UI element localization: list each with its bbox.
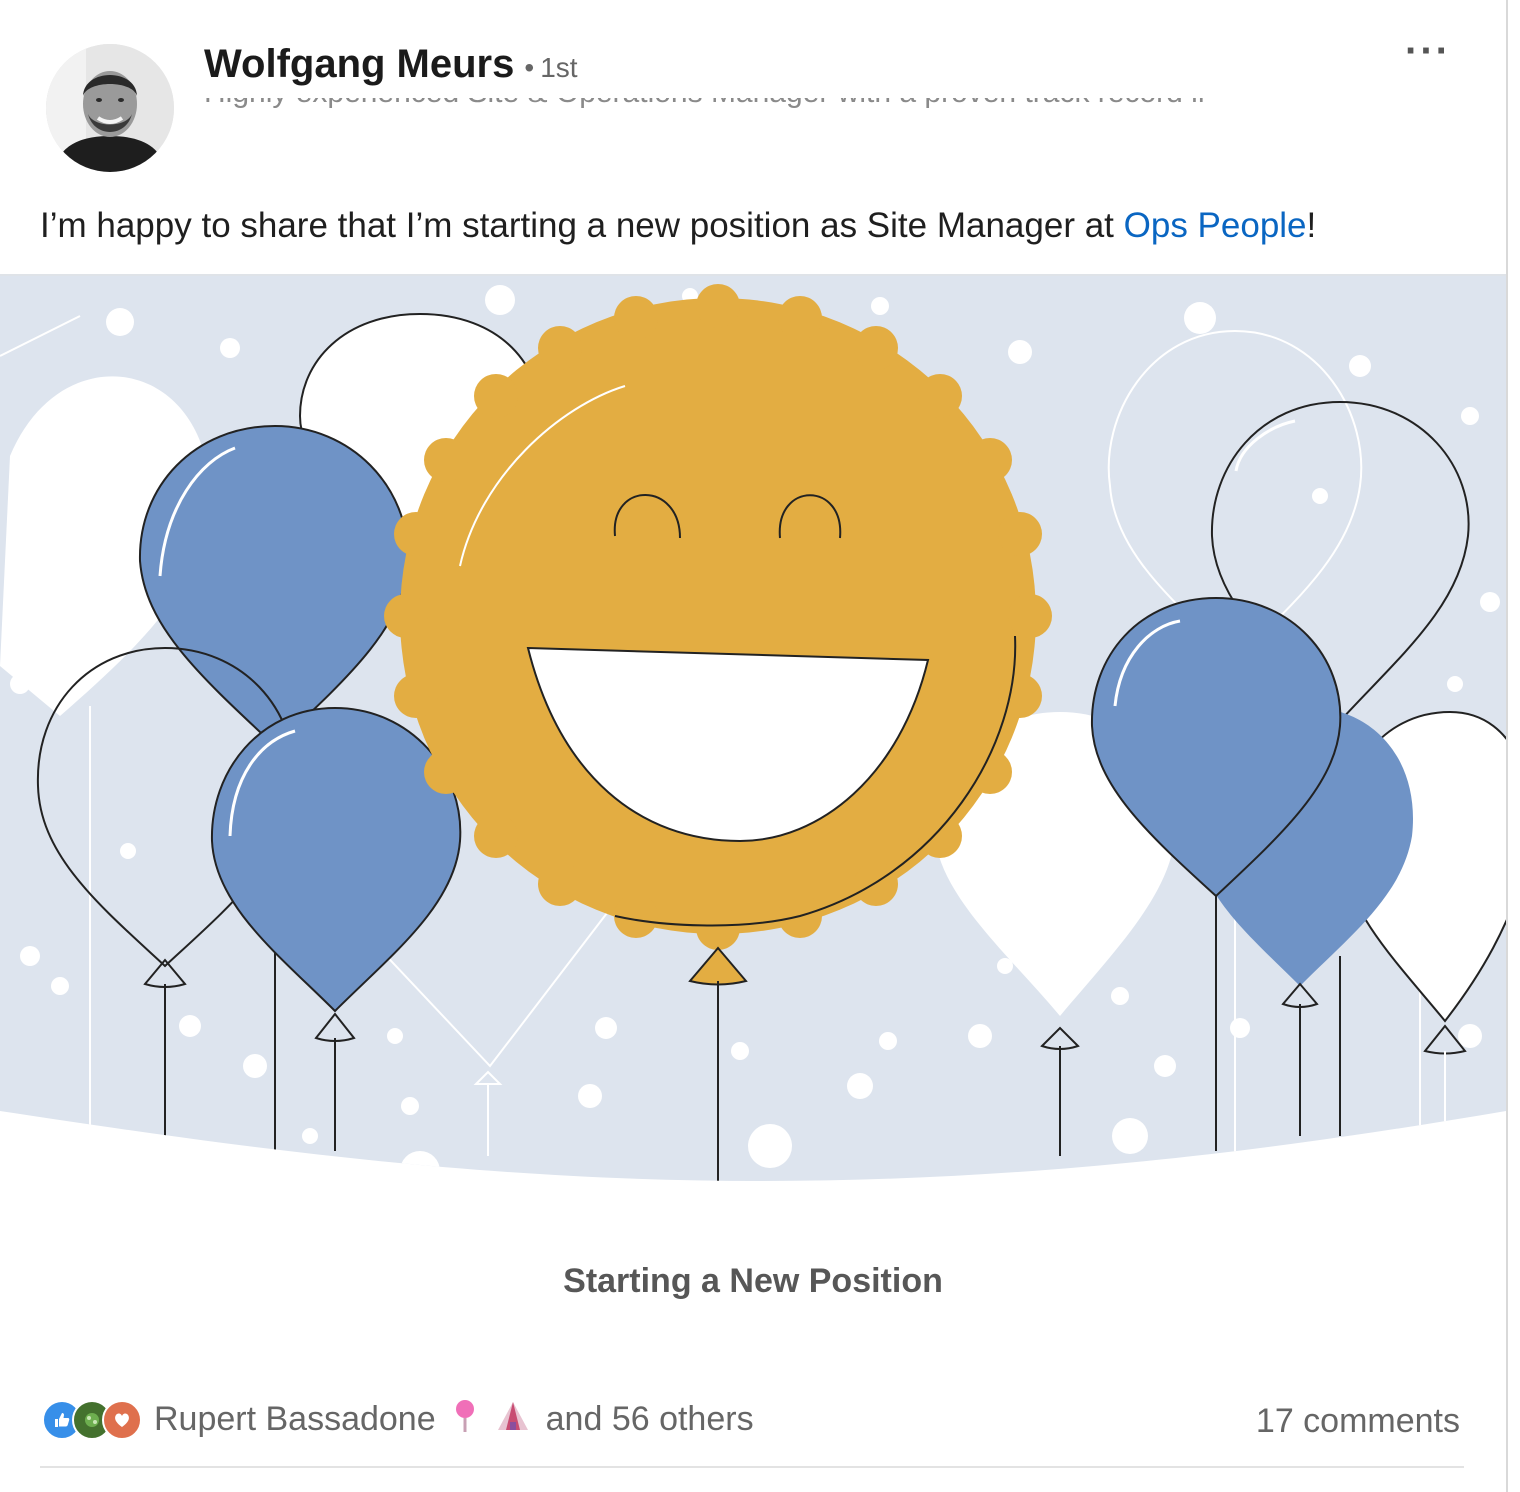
balloons-illustration (0, 276, 1506, 1186)
reaction-icons (42, 1399, 142, 1440)
connection-degree: 1st (540, 52, 578, 83)
more-options-button[interactable]: ··· (1396, 31, 1460, 80)
love-icon (102, 1399, 142, 1440)
author-line: Wolfgang Meurs • 1st (204, 42, 578, 87)
first-reactor-name: Rupert Bassadone (154, 1400, 436, 1438)
pushpin-emoji-icon (450, 1398, 480, 1441)
avatar-photo (46, 44, 174, 172)
post-text: I’m happy to share that I’m starting a n… (40, 206, 1316, 246)
social-bar-divider (40, 1466, 1464, 1468)
post-text-body: I’m happy to share that I’m starting a n… (40, 206, 1124, 245)
new-position-illustration[interactable] (0, 276, 1506, 1186)
separator-dot: • (524, 52, 535, 83)
reactions-summary[interactable]: Rupert Bassadone and 56 others (42, 1398, 754, 1441)
feed-post-card: Wolfgang Meurs • 1st Highly experienced … (0, 0, 1508, 1492)
comments-count-link[interactable]: 17 comments (1256, 1402, 1460, 1441)
other-reactors-count: and 56 others (545, 1400, 754, 1438)
author-headline-clipped: Highly experienced Site & Operations Man… (204, 98, 1204, 110)
company-mention-link[interactable]: Ops People (1124, 206, 1307, 245)
author-headline: Highly experienced Site & Operations Man… (204, 98, 1204, 108)
author-avatar[interactable] (46, 44, 174, 172)
image-caption: Starting a New Position (563, 1262, 943, 1300)
author-name[interactable]: Wolfgang Meurs (204, 42, 514, 87)
circus-tent-emoji-icon (494, 1398, 532, 1441)
post-text-end: ! (1306, 206, 1317, 245)
